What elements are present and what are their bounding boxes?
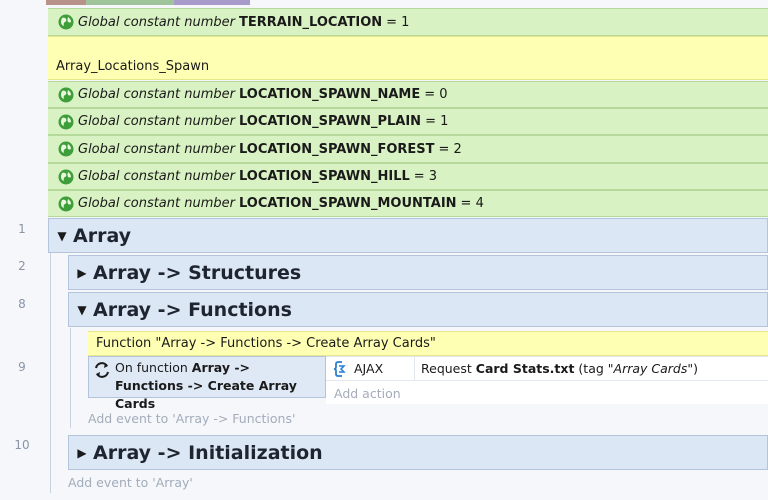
action-object: AJAX [326, 357, 415, 380]
triangle-down-icon[interactable]: ▼ [55, 229, 69, 243]
group-title: Array -> Functions [93, 298, 292, 321]
variable-kind: Global constant number [78, 141, 235, 157]
line-number: 1 [18, 222, 26, 236]
indent-guide [70, 328, 71, 428]
triangle-down-icon[interactable]: ▼ [75, 303, 89, 317]
action-tag-value: "Array Cards" [607, 361, 694, 376]
line-number: 2 [18, 259, 26, 273]
globe-icon [58, 169, 74, 184]
action-row[interactable]: AJAX Request Card Stats.txt (tag "Array … [326, 357, 768, 381]
variable-row[interactable]: Global constant number LOCATION_SPAWN_PL… [48, 108, 768, 135]
variable-name: LOCATION_SPAWN_MOUNTAIN [238, 196, 457, 211]
action-file: Card Stats.txt [475, 361, 575, 376]
action-tag-prefix: (tag [578, 361, 604, 376]
variable-name: LOCATION_SPAWN_NAME [238, 87, 421, 102]
globe-icon [58, 87, 74, 102]
variable-value: = 1 [425, 114, 449, 129]
group-title: Array [73, 224, 132, 247]
action-prefix: Request [421, 361, 472, 376]
group-array-structures[interactable]: ▶ Array -> Structures [68, 255, 768, 290]
group-array-functions[interactable]: ▼ Array -> Functions [68, 292, 768, 327]
function-arrows-icon [95, 362, 109, 378]
comment-text: Function "Array -> Functions -> Create A… [96, 336, 436, 351]
variable-row[interactable]: Global constant number LOCATION_SPAWN_MO… [48, 190, 768, 217]
variable-row[interactable]: Global constant number LOCATION_SPAWN_FO… [48, 135, 768, 163]
globe-icon [58, 141, 74, 157]
condition-prefix: On function [115, 360, 188, 375]
variable-value: = 1 [386, 14, 410, 30]
variable-kind: Global constant number [78, 87, 235, 102]
add-event-array-link[interactable]: Add event to 'Array' [68, 475, 193, 490]
variable-value: = 4 [460, 196, 484, 211]
variable-name: TERRAIN_LOCATION [238, 14, 383, 30]
variable-kind: Global constant number [78, 169, 235, 184]
variable-value: = 2 [438, 141, 462, 157]
add-event-functions-link[interactable]: Add event to 'Array -> Functions' [88, 411, 295, 426]
action-text: Request Card Stats.txt (tag "Array Cards… [415, 361, 698, 376]
globe-icon [58, 114, 74, 129]
group-array[interactable]: ▼ Array [48, 218, 768, 253]
triangle-right-icon[interactable]: ▶ [75, 266, 89, 280]
line-number: 9 [18, 360, 26, 374]
line-number: 8 [18, 297, 26, 311]
globe-icon [58, 196, 74, 211]
action-object-name: AJAX [354, 361, 384, 376]
indent-guide [50, 253, 51, 493]
variable-row-terrain-location[interactable]: Global constant number TERRAIN_LOCATION … [48, 8, 768, 36]
sheet-tab-3[interactable] [86, 0, 174, 5]
variable-name: LOCATION_SPAWN_PLAIN [238, 114, 422, 129]
ajax-icon [333, 360, 346, 377]
globe-icon [58, 14, 74, 30]
line-number: 10 [14, 438, 30, 452]
group-title: Array -> Initialization [93, 441, 323, 464]
add-action-link[interactable]: Add action [334, 386, 401, 401]
group-array-initialization[interactable]: ▶ Array -> Initialization [68, 435, 768, 470]
comment-function-create-array-cards[interactable]: Function "Array -> Functions -> Create A… [88, 331, 768, 356]
action-tag-suffix: ) [693, 361, 699, 376]
sheet-tab-4[interactable] [174, 0, 250, 5]
variable-name: LOCATION_SPAWN_FOREST [238, 141, 435, 157]
variable-name: LOCATION_SPAWN_HILL [238, 169, 410, 184]
comment-array-locations-spawn[interactable]: Array_Locations_Spawn [48, 36, 768, 80]
variable-row[interactable]: Global constant number LOCATION_SPAWN_HI… [48, 163, 768, 190]
event-condition[interactable]: On function Array -> Functions -> Create… [88, 356, 326, 411]
variable-kind: Global constant number [78, 196, 235, 211]
variable-value: = 3 [413, 169, 438, 184]
triangle-right-icon[interactable]: ▶ [75, 446, 89, 460]
line-number-gutter [0, 0, 46, 500]
comment-text: Array_Locations_Spawn [56, 59, 210, 74]
variable-kind: Global constant number [78, 114, 235, 129]
group-title: Array -> Structures [93, 261, 302, 284]
variable-row[interactable]: Global constant number LOCATION_SPAWN_NA… [48, 81, 768, 108]
variable-kind: Global constant number [78, 14, 235, 30]
variable-value: = 0 [424, 87, 448, 102]
